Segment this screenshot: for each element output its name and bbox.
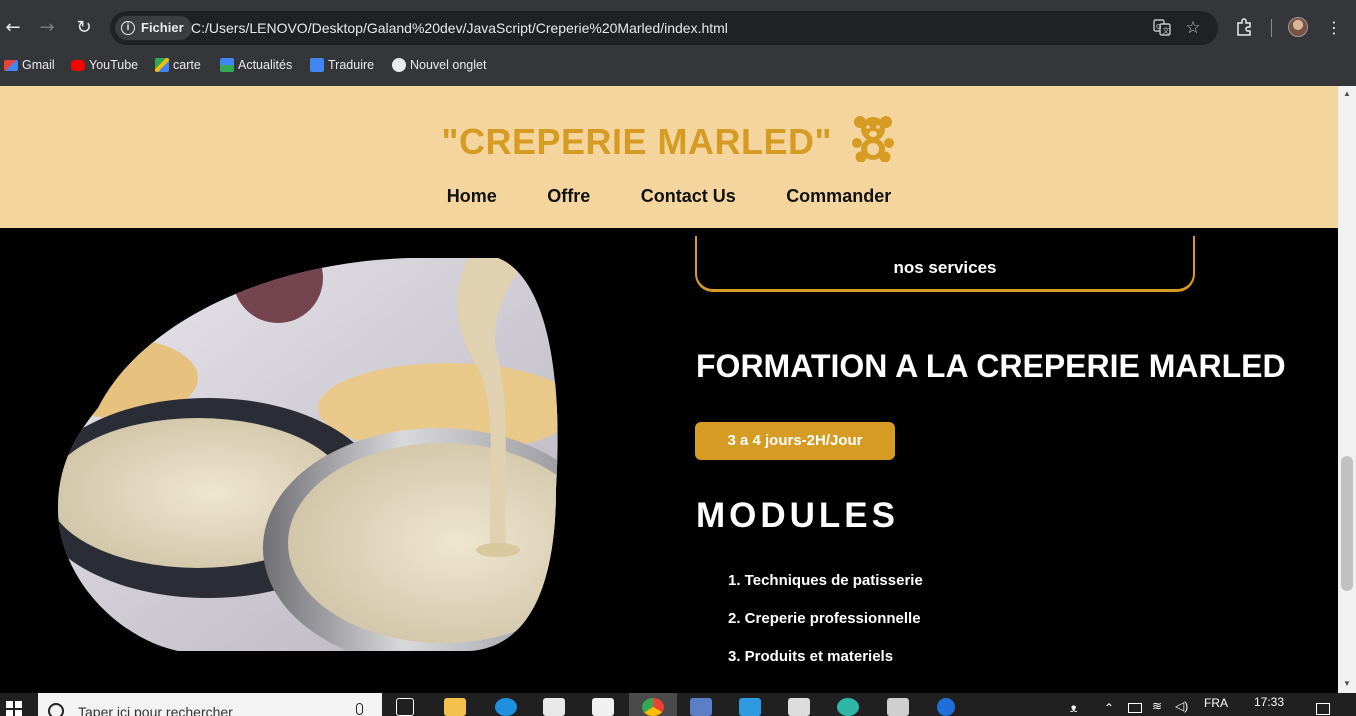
modules-list: 1. Techniques de patisserie 2. Creperie … [728,572,923,686]
store-icon[interactable] [543,698,565,716]
bookmark-star-icon[interactable]: ☆ [1183,18,1203,38]
people-icon[interactable]: ᴥ [1070,701,1077,715]
main-nav: Home Offre Contact Us Commander [0,186,1338,207]
scroll-thumb[interactable] [1341,456,1353,591]
bookmark-label: carte [173,58,201,72]
nav-contact-us[interactable]: Contact Us [641,186,736,207]
site-logo[interactable]: "CREPERIE MARLED" [0,114,1338,163]
news-icon [220,58,234,72]
nav-offre[interactable]: Offre [547,186,590,207]
nav-commander[interactable]: Commander [786,186,891,207]
extensions-icon[interactable] [1234,18,1254,38]
task-view-icon[interactable] [396,698,414,716]
mail-icon[interactable] [592,698,614,716]
file-explorer-icon[interactable] [444,698,466,716]
chrome-icon[interactable] [642,698,664,716]
bookmark-label: Nouvel onglet [410,58,487,72]
scroll-up-icon[interactable]: ▲ [1341,89,1353,99]
svg-text:文: 文 [1163,26,1170,35]
windows-start-icon[interactable] [6,701,22,716]
search-placeholder: Taper ici pour rechercher [78,704,233,716]
forward-icon[interactable]: → [37,18,57,38]
microphone-icon[interactable] [356,703,363,715]
url-text[interactable]: C:/Users/LENOVO/Desktop/Galand%20dev/Jav… [191,11,728,45]
notifications-icon[interactable] [1316,703,1330,715]
list-item: 3. Produits et materiels [728,648,894,665]
volume-icon[interactable]: ◁) [1175,699,1188,713]
back-icon[interactable]: ← [3,18,23,38]
crepe-batter-image [58,258,558,651]
bookmark-traduire[interactable]: Traduire [310,54,374,76]
bookmark-gmail[interactable]: Gmail [4,54,55,76]
teddy-bear-icon [851,116,894,163]
youtube-icon [71,60,85,71]
wifi-icon[interactable]: ≋ [1152,699,1162,713]
address-bar[interactable]: i Fichier C:/Users/LENOVO/Desktop/Galand… [110,11,1218,45]
translate-icon[interactable]: G文 [1152,18,1172,38]
bookmark-carte[interactable]: carte [155,54,201,76]
logo-text: "CREPERIE MARLED" [441,121,833,162]
reload-icon[interactable]: ↻ [74,18,94,38]
tray-chevron-icon[interactable]: ⌃ [1104,701,1114,715]
app-icon[interactable] [690,698,712,716]
services-heading: nos services [695,236,1195,292]
page-viewport: "CREPERIE MARLED" Home Offre Contact Us … [0,86,1338,693]
info-icon: i [121,21,135,35]
chip-label: Fichier [141,20,184,35]
toolbar-separator [1271,19,1272,37]
bookmarks-bar: Gmail YouTube carte Actualités Traduire … [0,54,1356,76]
site-info-chip[interactable]: i Fichier [115,16,192,40]
list-item: 1. Techniques de patisserie [728,572,923,589]
photos-icon[interactable] [887,698,909,716]
translate-app-icon [310,58,324,72]
nav-home[interactable]: Home [447,186,497,207]
browser-chrome: ← → ↻ i Fichier C:/Users/LENOVO/Desktop/… [0,0,1356,86]
services-title: nos services [893,258,997,277]
formation-title: FORMATION A LA CREPERIE MARLED [696,348,1286,384]
profile-avatar[interactable] [1288,17,1308,37]
vertical-scrollbar[interactable]: ▲ ▼ [1338,86,1356,693]
list-item: 2. Creperie professionnelle [728,610,921,627]
maps-icon [155,58,169,72]
edge-icon[interactable] [495,698,517,716]
site-header: "CREPERIE MARLED" Home Offre Contact Us … [0,86,1338,228]
taskbar: Taper ici pour rechercher ᴥ ⌃ ≋ ◁) FRA 1… [0,693,1356,716]
battery-icon[interactable] [1128,703,1142,713]
duration-badge[interactable]: 3 a 4 jours-2H/Jour [695,422,895,460]
bookmark-youtube[interactable]: YouTube [71,54,138,76]
clock[interactable]: 17:33 [1254,695,1284,709]
taskbar-search[interactable]: Taper ici pour rechercher [38,693,382,716]
vscode-icon[interactable] [739,698,761,716]
bookmark-nouvel-onglet[interactable]: Nouvel onglet [392,54,486,76]
globe-icon [392,58,406,72]
bluetooth-icon[interactable] [937,698,955,716]
toolbar: ← → ↻ i Fichier C:/Users/LENOVO/Desktop/… [0,10,1356,46]
bookmark-actualites[interactable]: Actualités [220,54,292,76]
modules-title: MODULES [696,496,899,535]
clapper-icon[interactable] [788,698,810,716]
search-icon [48,703,64,716]
edge-dev-icon[interactable] [837,698,859,716]
menu-kebab-icon[interactable]: ⋮ [1324,18,1344,38]
scroll-down-icon[interactable]: ▼ [1341,679,1353,689]
svg-text:G: G [1156,23,1161,31]
gmail-icon [4,60,18,71]
bookmark-label: Traduire [328,58,375,72]
bookmark-label: Gmail [22,58,55,72]
language-indicator[interactable]: FRA [1204,696,1228,710]
bookmark-label: Actualités [238,58,293,72]
bookmark-label: YouTube [89,58,139,72]
